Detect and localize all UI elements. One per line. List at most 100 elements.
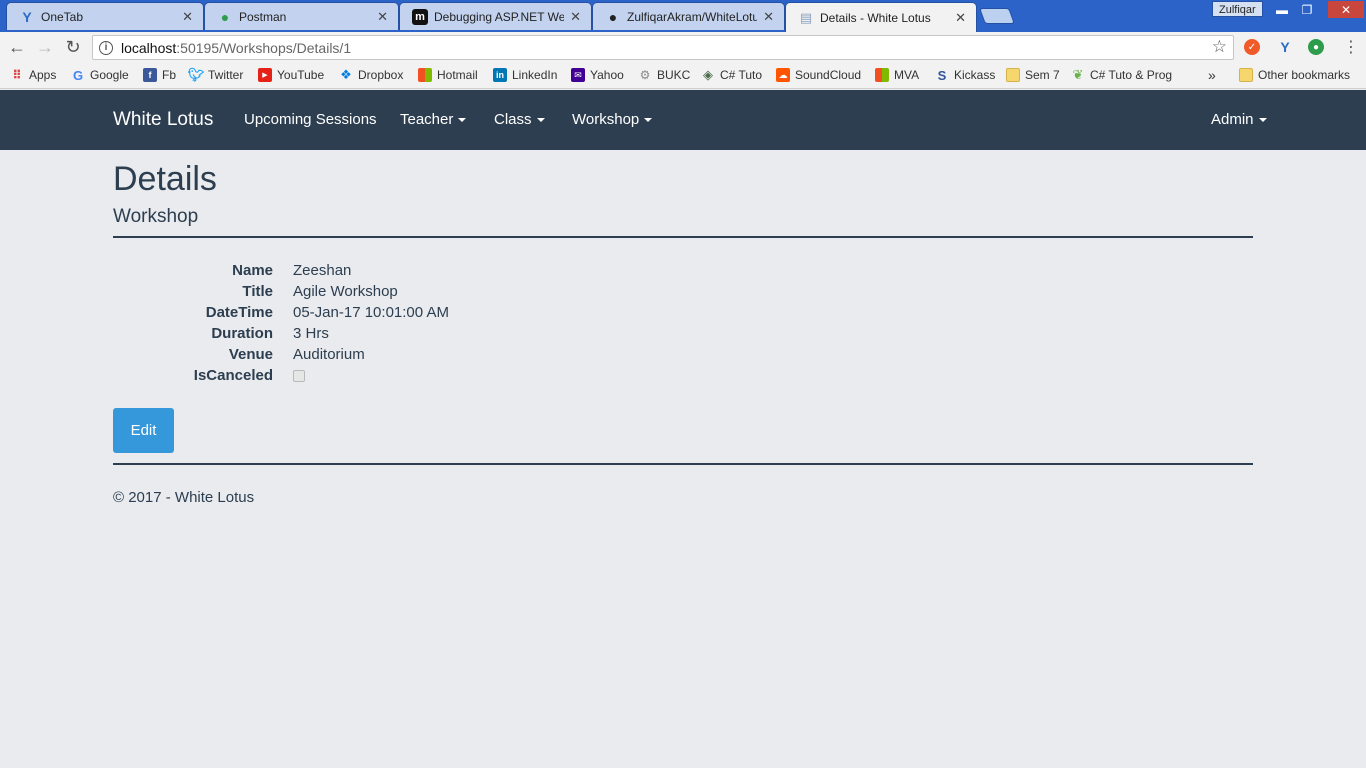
bookmark-soundcloud[interactable]: ☁ SoundCloud — [776, 67, 861, 83]
detail-row-name: Name Zeeshan — [113, 262, 613, 283]
detail-value: Zeeshan — [293, 262, 352, 279]
brand-link[interactable]: White Lotus — [113, 109, 213, 131]
mail-icon: ✉ — [571, 68, 585, 82]
close-icon[interactable]: ✕ — [955, 10, 966, 26]
forward-arrow-icon[interactable]: → — [34, 36, 56, 58]
detail-row-title: Title Agile Workshop — [113, 283, 613, 304]
detail-value: Auditorium — [293, 346, 365, 363]
nav-admin-dropdown[interactable]: Admin — [1211, 111, 1267, 128]
medium-icon: m — [412, 8, 428, 25]
detail-row-venue: Venue Auditorium — [113, 346, 613, 367]
bukc-icon: ⚙ — [639, 68, 651, 82]
page-subtitle: Workshop — [113, 206, 199, 227]
bookmark-star-icon[interactable]: ☆ — [1212, 37, 1227, 57]
bookmark-linkedin[interactable]: in LinkedIn — [493, 67, 557, 83]
apps-grid-icon: ⠿ — [12, 68, 22, 82]
caret-down-icon — [536, 118, 545, 123]
detail-value: 3 Hrs — [293, 325, 329, 342]
tab-title: Debugging ASP.NET Wel — [434, 9, 565, 24]
bookmarks-bar: ⠿ Apps G Google f Fb 🐦︎ Twitter ▶ YouTub… — [0, 62, 1366, 89]
leaf-icon: ❦ — [1072, 67, 1084, 82]
nav-workshop-dropdown[interactable]: Workshop — [572, 111, 653, 128]
close-icon[interactable]: ✕ — [377, 9, 388, 25]
bookmark-sem-7[interactable]: Sem 7 — [1006, 67, 1060, 83]
windows-icon — [875, 68, 889, 82]
tab-title: Postman — [239, 9, 287, 24]
onetab-extension-icon[interactable]: Y — [1277, 39, 1293, 55]
windows-icon — [418, 68, 432, 82]
back-arrow-icon[interactable]: ← — [6, 36, 28, 58]
footer-divider — [113, 463, 1253, 465]
window-close-icon[interactable]: ✕ — [1328, 1, 1364, 18]
detail-value: 05-Jan-17 10:01:00 AM — [293, 304, 449, 321]
tab-debugging[interactable]: m Debugging ASP.NET Wel ✕ — [399, 2, 592, 30]
bookmark-yahoo[interactable]: ✉ Yahoo — [571, 67, 624, 83]
bookmark-other-bookmarks[interactable]: Other bookmarks — [1239, 67, 1350, 83]
bookmark-mva[interactable]: MVA — [875, 67, 919, 83]
url-path: :50195/Workshops/Details/1 — [176, 39, 352, 56]
footer-copyright: © 2017 - White Lotus — [113, 489, 255, 506]
header-divider — [113, 236, 1253, 238]
github-icon: ● — [608, 8, 618, 25]
close-icon[interactable]: ✕ — [570, 9, 581, 25]
caret-down-icon — [1258, 118, 1267, 123]
browser-toolbar: ← → ↻ i localhost:50195/Workshops/Detail… — [0, 32, 1366, 62]
reload-icon[interactable]: ↻ — [62, 36, 84, 58]
tab-onetab[interactable]: Y OneTab ✕ — [6, 2, 204, 30]
detail-label: Name — [232, 262, 273, 279]
bookmark-csharp-tuto[interactable]: ◈ C# Tuto — [701, 67, 762, 83]
bookmark-bukc[interactable]: ⚙ BUKC — [638, 67, 691, 83]
close-icon[interactable]: ✕ — [763, 9, 774, 25]
nav-upcoming-sessions[interactable]: Upcoming Sessions — [244, 111, 377, 128]
address-bar[interactable]: i localhost:50195/Workshops/Details/1 ☆ — [92, 35, 1234, 60]
nav-class-dropdown[interactable]: Class — [494, 111, 545, 128]
profile-button[interactable]: Zulfiqar — [1212, 1, 1263, 17]
diamond-icon: ◈ — [703, 67, 713, 82]
url-host: localhost — [121, 39, 177, 56]
iscanceled-checkbox — [293, 370, 305, 382]
caret-down-icon — [458, 118, 467, 123]
site-navbar: White Lotus Upcoming Sessions Teacher Cl… — [0, 90, 1366, 150]
globe-extension-icon[interactable]: ● — [1308, 39, 1324, 55]
bookmark-apps[interactable]: ⠿ Apps — [10, 67, 56, 83]
minimize-icon[interactable]: ▬ — [1270, 1, 1294, 18]
tab-github[interactable]: ● ZulfiqarAkram/WhiteLotu ✕ — [592, 2, 785, 30]
bookmarks-overflow-icon[interactable]: » — [1208, 67, 1216, 83]
tab-title: Details - White Lotus — [820, 10, 931, 25]
detail-label: Duration — [211, 325, 273, 342]
new-tab-button[interactable] — [979, 8, 1015, 24]
extension-icon[interactable]: ✓ — [1244, 39, 1260, 55]
bookmark-csharp-tuto-prog[interactable]: ❦ C# Tuto & Prog — [1071, 67, 1173, 83]
bookmark-twitter[interactable]: 🐦︎ Twitter — [188, 67, 244, 83]
info-icon[interactable]: i — [99, 40, 113, 55]
bookmark-dropbox[interactable]: ❖ Dropbox — [339, 67, 403, 83]
close-icon[interactable]: ✕ — [182, 9, 193, 25]
onetab-icon: Y — [22, 8, 32, 25]
restore-icon[interactable]: ❐ — [1295, 1, 1319, 18]
soundcloud-icon: ☁ — [776, 68, 790, 82]
bookmark-google[interactable]: G Google — [71, 67, 129, 83]
detail-row-datetime: DateTime 05-Jan-17 10:01:00 AM — [113, 304, 613, 325]
dropbox-icon: ❖ — [340, 67, 352, 82]
detail-label: Title — [242, 283, 273, 300]
tab-postman[interactable]: ● Postman ✕ — [204, 2, 399, 30]
bookmark-hotmail[interactable]: Hotmail — [418, 67, 478, 83]
folder-icon — [1239, 68, 1253, 82]
bookmark-fb[interactable]: f Fb — [143, 67, 176, 83]
globe-icon: ● — [220, 8, 230, 25]
youtube-icon: ▶ — [258, 68, 272, 82]
tab-details-white-lotus[interactable]: ▤ Details - White Lotus ✕ — [785, 2, 977, 32]
kickass-icon: S — [937, 67, 947, 83]
browser-tab-strip: Y OneTab ✕ ● Postman ✕ m Debugging ASP.N… — [0, 0, 1366, 32]
folder-icon — [1006, 68, 1020, 82]
facebook-icon: f — [143, 68, 157, 82]
linkedin-icon: in — [493, 68, 507, 82]
page-title: Details — [113, 160, 217, 198]
nav-teacher-dropdown[interactable]: Teacher — [400, 111, 467, 128]
menu-kebab-icon[interactable]: ⋮ — [1340, 36, 1362, 58]
edit-button[interactable]: Edit — [113, 408, 174, 453]
detail-row-iscanceled: IsCanceled — [113, 367, 613, 388]
bookmark-kickass[interactable]: S Kickass — [935, 67, 996, 83]
document-icon: ▤ — [799, 9, 813, 25]
bookmark-youtube[interactable]: ▶ YouTube — [258, 67, 324, 83]
